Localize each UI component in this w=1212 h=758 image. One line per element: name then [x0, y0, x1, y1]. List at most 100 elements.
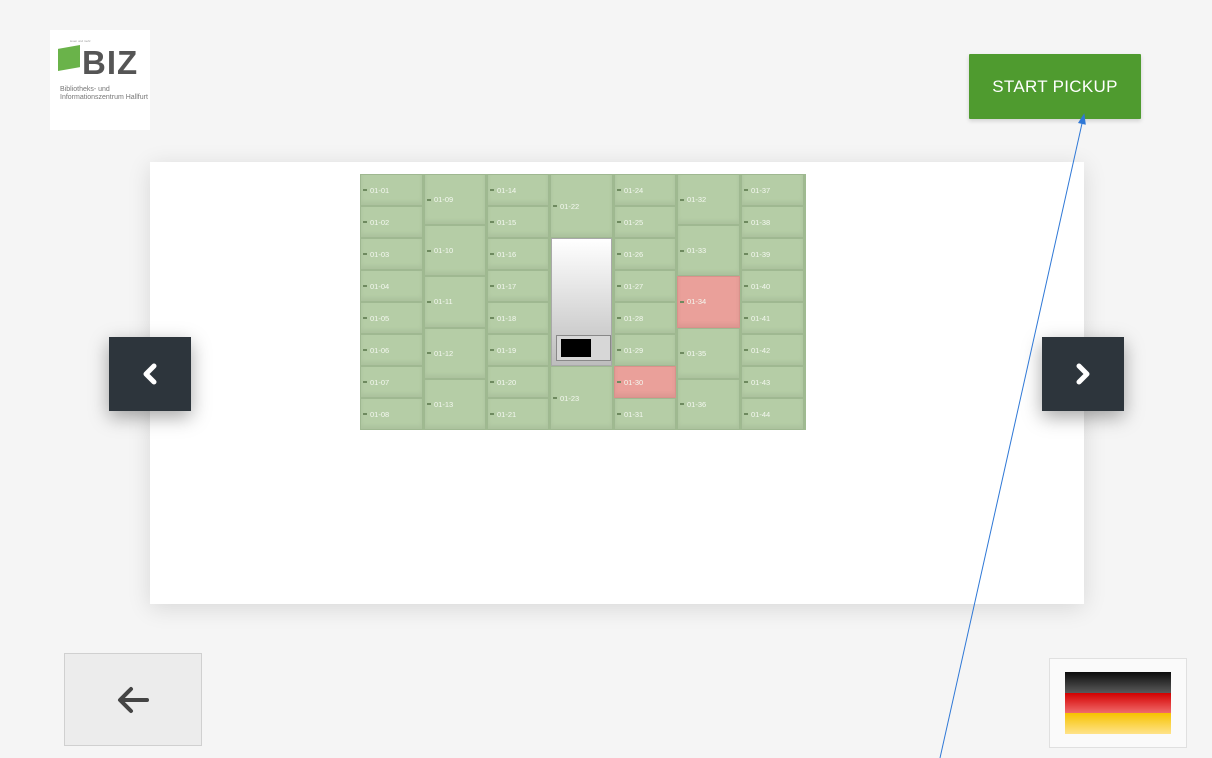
locker-01-17: 01-17: [487, 270, 549, 302]
locker-handle-icon: [553, 397, 557, 399]
pickup-terminal: [551, 238, 612, 366]
locker-handle-icon: [427, 198, 431, 201]
biz-logo: lesen und mehr BIZ Bibliotheks- und Info…: [50, 30, 150, 130]
locker-01-28: 01-28: [614, 302, 676, 334]
locker-handle-icon: [617, 381, 621, 383]
locker-handle-icon: [617, 253, 621, 255]
locker-label: 01-23: [560, 393, 580, 403]
locker-label: 01-30: [624, 377, 644, 387]
locker-label: 01-11: [434, 297, 453, 307]
locker-handle-icon: [744, 253, 748, 255]
locker-handle-icon: [363, 285, 367, 287]
locker-01-27: 01-27: [614, 270, 676, 302]
locker-01-19: 01-19: [487, 334, 549, 366]
locker-handle-icon: [744, 189, 748, 191]
locker-label: 01-32: [687, 195, 707, 205]
locker-label: 01-13: [434, 399, 454, 409]
locker-01-18: 01-18: [487, 302, 549, 334]
locker-label: 01-29: [624, 345, 644, 355]
locker-01-37: 01-37: [741, 174, 804, 206]
locker-01-35: 01-35: [677, 327, 740, 379]
locker-label: 01-04: [370, 281, 390, 291]
start-pickup-button[interactable]: START PICKUP: [969, 54, 1141, 119]
locker-label: 01-43: [751, 377, 771, 387]
locker-handle-icon: [363, 221, 367, 223]
locker-label: 01-25: [624, 217, 644, 227]
locker-handle-icon: [680, 403, 684, 406]
locker-01-36: 01-36: [677, 378, 740, 430]
locker-01-34: 01-34: [677, 276, 740, 328]
locker-01-14: 01-14: [487, 174, 549, 206]
book-logo-icon: lesen und mehr: [58, 39, 91, 75]
locker-label: 01-01: [370, 185, 390, 195]
locker-01-41: 01-41: [741, 302, 804, 334]
locker-label: 01-06: [370, 345, 390, 355]
locker-label: 01-24: [624, 185, 644, 195]
locker-01-06: 01-06: [360, 334, 423, 366]
locker-01-43: 01-43: [741, 366, 804, 398]
back-button[interactable]: [64, 653, 202, 746]
locker-handle-icon: [680, 300, 684, 303]
logo-name: BIZ: [82, 44, 139, 81]
locker-label: 01-07: [370, 377, 390, 387]
locker-label: 01-38: [751, 217, 771, 227]
locker-01-05: 01-05: [360, 302, 423, 334]
locker-handle-icon: [617, 285, 621, 287]
locker-handle-icon: [680, 249, 684, 252]
locker-01-44: 01-44: [741, 398, 804, 430]
locker-label: 01-39: [751, 249, 771, 259]
locker-01-10: 01-10: [424, 225, 486, 277]
locker-label: 01-40: [751, 281, 771, 291]
locker-01-20: 01-20: [487, 366, 549, 398]
locker-handle-icon: [744, 285, 748, 287]
locker-handle-icon: [490, 253, 494, 255]
locker-label: 01-09: [434, 195, 454, 205]
flag-stripe-gold: [1065, 713, 1171, 735]
locker-handle-icon: [744, 317, 748, 319]
locker-label: 01-08: [370, 409, 390, 419]
locker-label: 01-03: [370, 249, 390, 259]
locker-handle-icon: [427, 249, 431, 252]
locker-handle-icon: [617, 349, 621, 351]
locker-label: 01-19: [497, 345, 517, 355]
locker-01-29: 01-29: [614, 334, 676, 366]
locker-label: 01-16: [497, 249, 517, 259]
locker-handle-icon: [490, 413, 494, 415]
locker-label: 01-34: [687, 297, 707, 307]
previous-page-button[interactable]: [109, 337, 191, 411]
locker-handle-icon: [427, 300, 431, 303]
locker-handle-icon: [744, 381, 748, 383]
locker-handle-icon: [744, 349, 748, 351]
locker-label: 01-42: [751, 345, 771, 355]
locker-label: 01-22: [560, 201, 580, 211]
locker-handle-icon: [363, 413, 367, 415]
locker-handle-icon: [680, 352, 684, 355]
locker-01-09: 01-09: [424, 174, 486, 226]
locker-label: 01-33: [687, 246, 707, 256]
locker-label: 01-05: [370, 313, 390, 323]
locker-handle-icon: [490, 221, 494, 223]
locker-01-02: 01-02: [360, 206, 423, 238]
locker-label: 01-18: [497, 313, 517, 323]
logo-tagline: lesen und mehr: [70, 39, 91, 43]
chevron-right-icon: [1076, 363, 1090, 385]
locker-handle-icon: [490, 189, 494, 191]
locker-01-38: 01-38: [741, 206, 804, 238]
locker-01-03: 01-03: [360, 238, 423, 270]
locker-handle-icon: [490, 285, 494, 287]
locker-01-33: 01-33: [677, 225, 740, 277]
locker-01-31: 01-31: [614, 398, 676, 430]
locker-01-07: 01-07: [360, 366, 423, 398]
locker-label: 01-36: [687, 399, 707, 409]
locker-handle-icon: [744, 221, 748, 223]
locker-handle-icon: [363, 253, 367, 255]
locker-handle-icon: [363, 381, 367, 383]
locker-label: 01-21: [497, 409, 517, 419]
locker-handle-icon: [363, 189, 367, 191]
language-button[interactable]: [1049, 658, 1187, 748]
locker-01-21: 01-21: [487, 398, 549, 430]
locker-01-11: 01-11: [424, 276, 486, 328]
locker-01-13: 01-13: [424, 378, 486, 430]
locker-01-04: 01-04: [360, 270, 423, 302]
next-page-button[interactable]: [1042, 337, 1124, 411]
